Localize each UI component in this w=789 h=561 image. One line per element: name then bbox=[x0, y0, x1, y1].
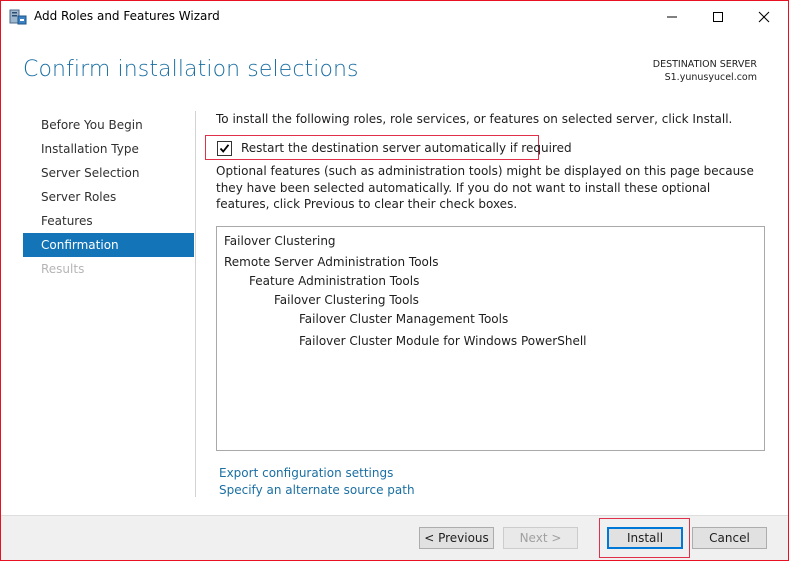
page-title: Confirm installation selections bbox=[23, 57, 359, 82]
wizard-nav: Before You Begin Installation Type Serve… bbox=[23, 113, 194, 281]
feature-failover-clustering-tools: Failover Clustering Tools bbox=[274, 293, 419, 307]
destination-server-name: S1.yunusyucel.com bbox=[664, 72, 757, 83]
nav-item-server-selection[interactable]: Server Selection bbox=[23, 161, 194, 185]
restart-checkbox[interactable] bbox=[217, 141, 232, 156]
minimize-icon bbox=[667, 16, 677, 18]
wizard-window: Add Roles and Features Wizard Confirm in… bbox=[0, 0, 789, 561]
feature-rsat: Remote Server Administration Tools bbox=[224, 255, 439, 269]
server-manager-icon bbox=[9, 8, 27, 26]
feature-admin-tools: Feature Administration Tools bbox=[249, 274, 420, 288]
features-listbox[interactable]: Failover Clustering Remote Server Admini… bbox=[216, 226, 765, 451]
optional-features-note: Optional features (such as administratio… bbox=[216, 164, 754, 211]
checkmark-icon bbox=[219, 144, 230, 153]
destination-server-info: DESTINATION SERVER S1.yunusyucel.com bbox=[653, 58, 757, 84]
export-configuration-link[interactable]: Export configuration settings bbox=[219, 466, 393, 480]
maximize-button[interactable] bbox=[695, 1, 741, 32]
maximize-icon bbox=[713, 12, 723, 22]
nav-item-installation-type[interactable]: Installation Type bbox=[23, 137, 194, 161]
feature-cluster-powershell-module: Failover Cluster Module for Windows Powe… bbox=[299, 334, 587, 348]
install-button[interactable]: Install bbox=[607, 527, 683, 549]
restart-checkbox-label[interactable]: Restart the destination server automatic… bbox=[241, 141, 572, 155]
feature-cluster-management-tools: Failover Cluster Management Tools bbox=[299, 312, 509, 326]
nav-item-before-you-begin[interactable]: Before You Begin bbox=[23, 113, 194, 137]
window-title: Add Roles and Features Wizard bbox=[34, 9, 220, 23]
close-button[interactable] bbox=[741, 1, 787, 32]
title-bar[interactable]: Add Roles and Features Wizard bbox=[1, 1, 788, 32]
next-button: Next > bbox=[503, 527, 578, 549]
feature-failover-clustering: Failover Clustering bbox=[224, 234, 336, 248]
destination-server-label: DESTINATION SERVER bbox=[652, 59, 757, 70]
nav-item-results: Results bbox=[41, 262, 85, 276]
minimize-button[interactable] bbox=[649, 1, 695, 32]
previous-button[interactable]: < Previous bbox=[419, 527, 494, 549]
nav-item-server-roles[interactable]: Server Roles bbox=[23, 185, 194, 209]
nav-item-features[interactable]: Features bbox=[23, 209, 194, 233]
intro-text: To install the following roles, role ser… bbox=[216, 112, 733, 126]
cancel-button[interactable]: Cancel bbox=[692, 527, 767, 549]
close-icon bbox=[758, 11, 770, 23]
nav-item-confirmation[interactable]: Confirmation bbox=[23, 233, 194, 257]
nav-divider bbox=[195, 111, 196, 497]
alternate-source-link[interactable]: Specify an alternate source path bbox=[219, 483, 415, 497]
